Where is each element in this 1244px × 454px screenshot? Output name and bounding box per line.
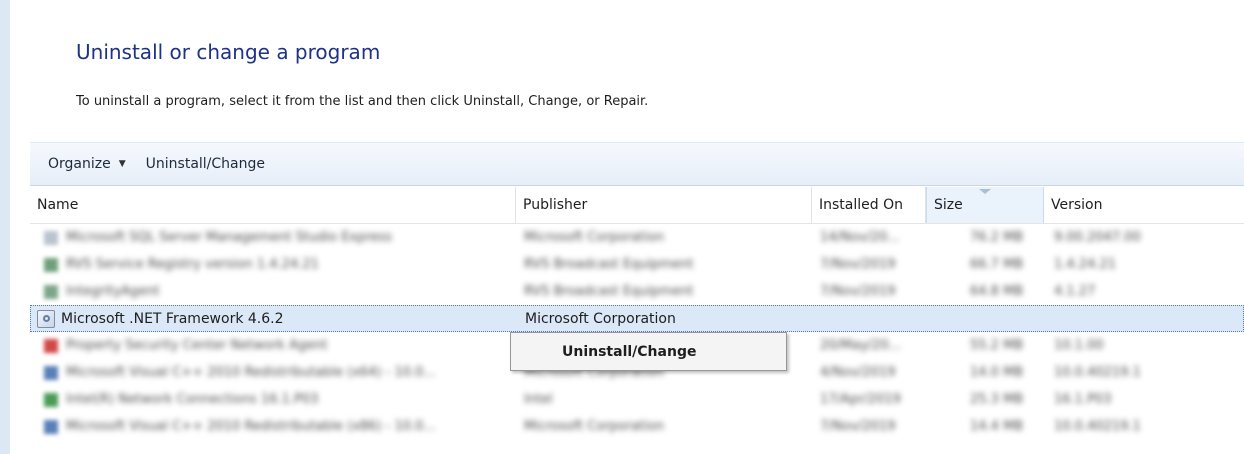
program-size: 76.2 MB (970, 230, 1024, 245)
program-name: Microsoft Visual C++ 2010 Redistributabl… (66, 419, 436, 434)
program-row-selected[interactable]: Microsoft .NET Framework 4.6.2 Microsoft… (30, 305, 1244, 332)
column-header-version[interactable]: Version (1044, 187, 1244, 223)
program-size: 55.2 MB (970, 338, 1024, 353)
program-size: 14.4 MB (970, 419, 1024, 434)
program-row[interactable]: Microsoft Visual C++ 2010 Redistributabl… (30, 413, 1244, 440)
app-icon (44, 365, 58, 380)
program-name: Microsoft SQL Server Management Studio E… (66, 230, 392, 245)
program-publisher: Microsoft Corporation (524, 230, 665, 245)
program-installed-on: 17/Apr/2019 (820, 392, 901, 407)
organize-label: Organize (48, 156, 111, 172)
uninstall-change-button[interactable]: Uninstall/Change (136, 150, 275, 178)
program-size: 14.0 MB (970, 365, 1024, 380)
context-menu: Uninstall/Change (510, 332, 787, 371)
program-row[interactable]: Intel(R) Network Connections 16.1.P03 In… (30, 386, 1244, 413)
program-name: IntegrityAgent (66, 284, 160, 299)
program-size: 64.8 MB (970, 284, 1024, 299)
program-name: RVS Service Registry version 1.4.24.21 (66, 257, 319, 272)
navigation-pane-edge (0, 0, 10, 454)
program-installed-on: 20/May/20... (820, 338, 902, 353)
organize-button[interactable]: Organize ▼ (38, 150, 136, 178)
program-size: 25.3 MB (970, 392, 1024, 407)
column-header-row: Name Publisher Installed On Size Version (30, 187, 1244, 224)
app-icon (44, 338, 58, 353)
row-name-cell: Microsoft SQL Server Management Studio E… (44, 224, 392, 251)
page-description: To uninstall a program, select it from t… (76, 94, 649, 109)
program-row[interactable]: RVS Service Registry version 1.4.24.21 R… (30, 251, 1244, 278)
program-row[interactable]: Microsoft SQL Server Management Studio E… (30, 224, 1244, 251)
program-publisher: Microsoft Corporation (525, 310, 676, 327)
column-header-publisher[interactable]: Publisher (516, 187, 812, 223)
program-name: Property Security Center Network Agent (66, 338, 328, 353)
app-icon (44, 419, 58, 434)
app-icon (44, 392, 58, 407)
program-name: Microsoft .NET Framework 4.6.2 (61, 310, 284, 327)
sort-arrow-icon (979, 189, 991, 194)
program-version: 10.1.00 (1054, 338, 1104, 353)
program-version: 10.0.40219.1 (1054, 365, 1141, 380)
program-name: Intel(R) Network Connections 16.1.P03 (66, 392, 319, 407)
program-installed-on: 7/Nov/2019 (820, 419, 896, 434)
program-installed-on: 4/Nov/2019 (820, 365, 896, 380)
app-icon (44, 230, 58, 245)
program-publisher: Intel (524, 392, 553, 407)
program-version: 1.4.24.21 (1054, 257, 1117, 272)
column-header-size[interactable]: Size (926, 187, 1044, 223)
program-installed-on: 7/Nov/2019 (820, 257, 896, 272)
program-version: 9.00.2047.00 (1054, 230, 1141, 245)
page-title: Uninstall or change a program (76, 40, 381, 64)
column-header-size-label: Size (934, 197, 963, 213)
column-header-installed-on[interactable]: Installed On (812, 187, 926, 223)
column-header-name[interactable]: Name (30, 187, 516, 223)
program-version: 4.1.27 (1054, 284, 1096, 299)
app-icon (44, 257, 58, 272)
program-publisher: RVS Broadcast Equipment (524, 284, 694, 299)
program-version: 10.0.40219.1 (1054, 419, 1141, 434)
program-row[interactable]: IntegrityAgent RVS Broadcast Equipment 7… (30, 278, 1244, 305)
program-installed-on: 7/Nov/2019 (820, 284, 896, 299)
command-toolbar: Organize ▼ Uninstall/Change (30, 142, 1244, 186)
program-name: Microsoft Visual C++ 2010 Redistributabl… (66, 365, 436, 380)
dotnet-installer-icon (37, 309, 55, 328)
chevron-down-icon: ▼ (118, 159, 126, 169)
program-size: 66.7 MB (970, 257, 1024, 272)
context-menu-uninstall-change[interactable]: Uninstall/Change (562, 344, 696, 360)
program-version: 16.1.P03 (1054, 392, 1112, 407)
program-publisher: Microsoft Corporation (524, 419, 665, 434)
app-icon (44, 284, 58, 299)
program-publisher: RVS Broadcast Equipment (524, 257, 694, 272)
program-installed-on: 14/Nov/20... (820, 230, 900, 245)
